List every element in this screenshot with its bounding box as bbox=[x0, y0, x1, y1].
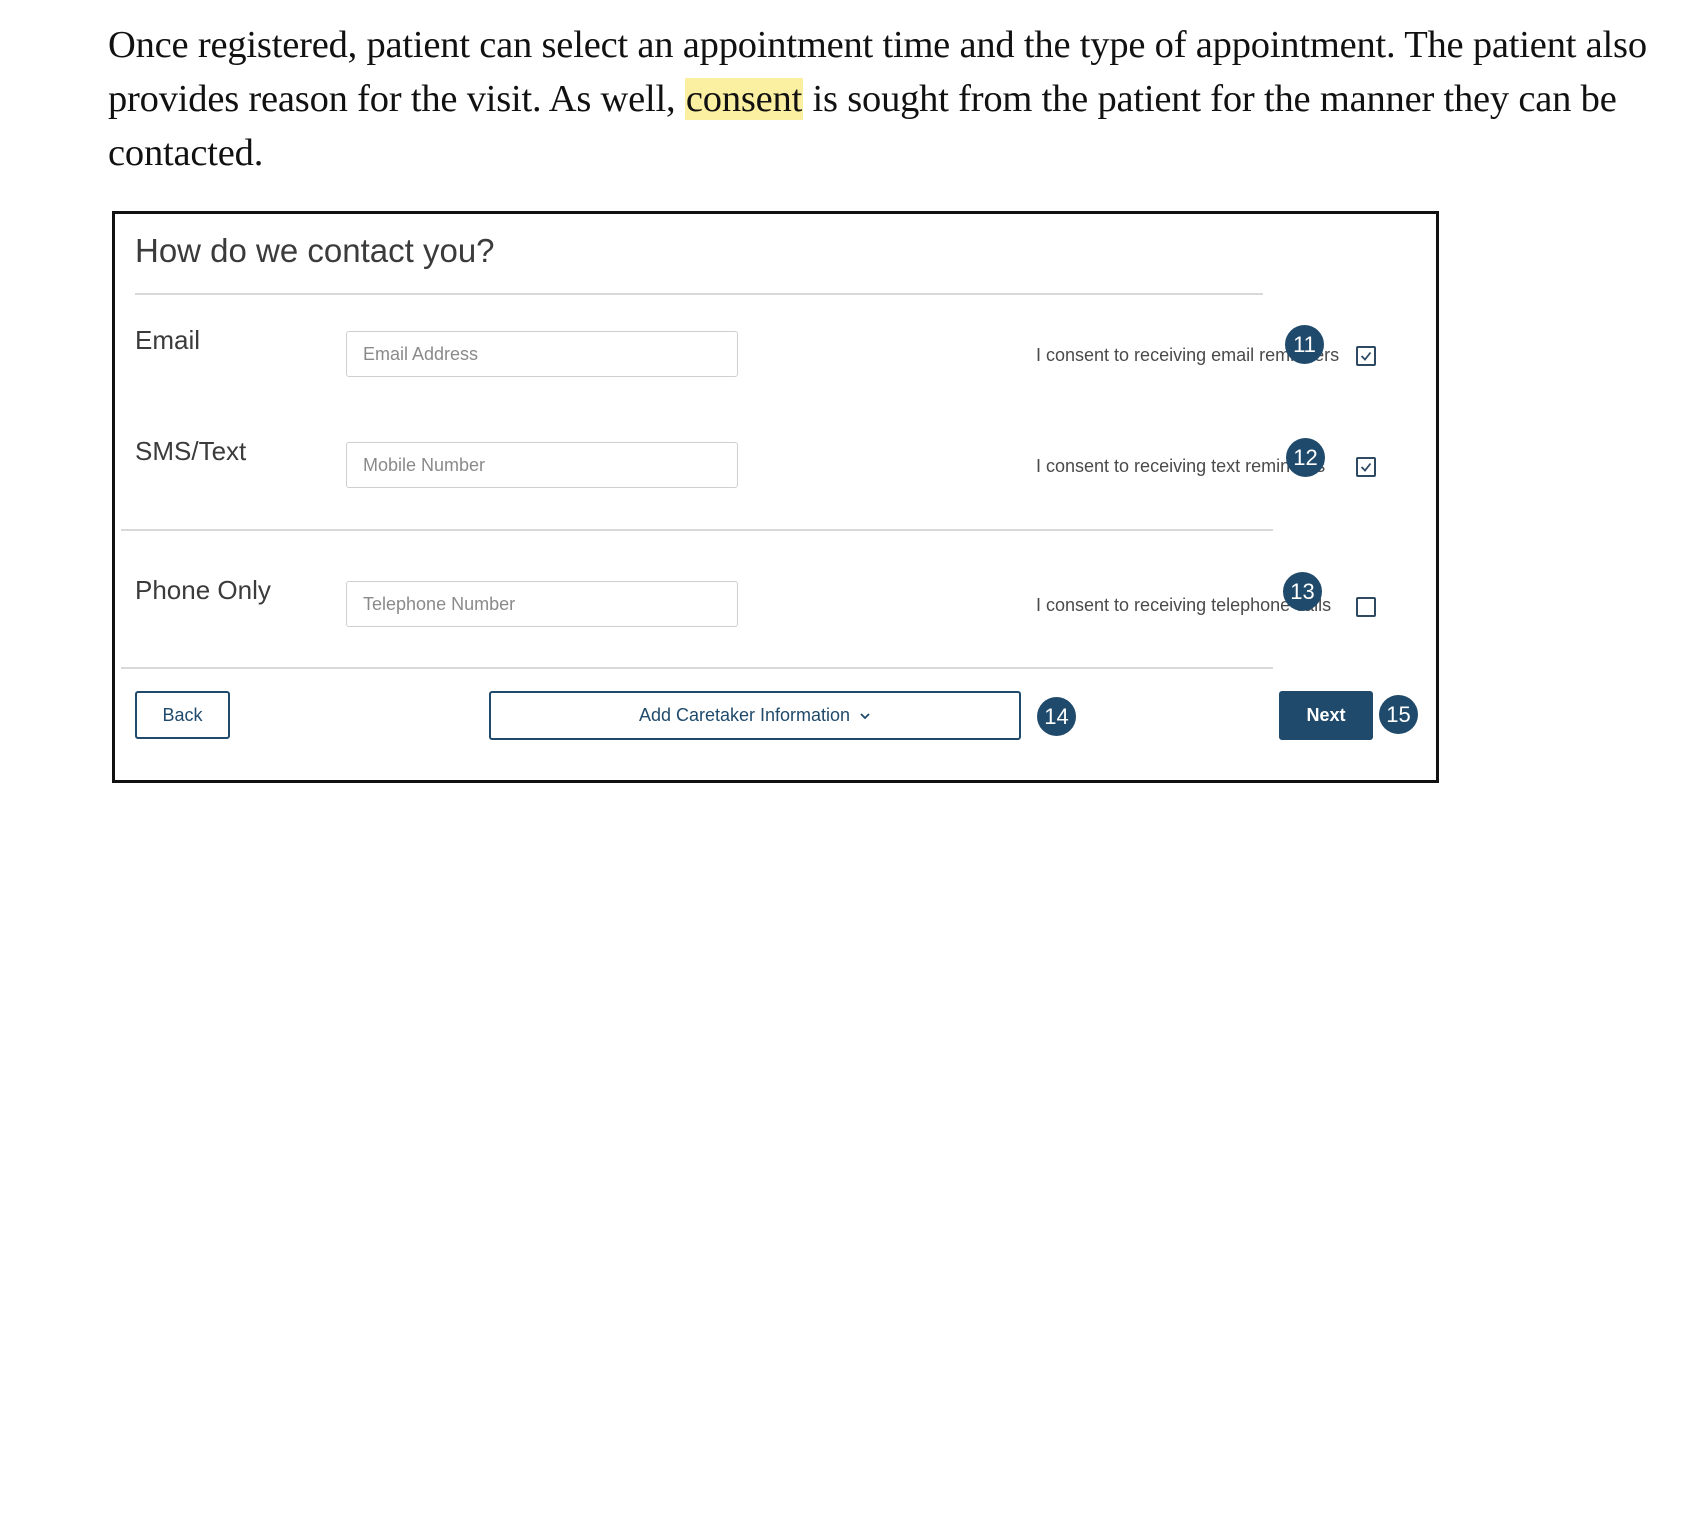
form-title: How do we contact you? bbox=[135, 232, 495, 269]
add-caretaker-label: Add Caretaker Information bbox=[638, 705, 851, 725]
highlighted-word: consent bbox=[684, 78, 804, 120]
footer-divider bbox=[121, 667, 1273, 669]
text-consent-checkbox[interactable] bbox=[1356, 457, 1376, 477]
email-consent-checkbox[interactable] bbox=[1356, 346, 1376, 366]
next-button[interactable]: Next bbox=[1279, 691, 1373, 740]
callout-badge-14: 14 bbox=[1037, 697, 1076, 736]
telephone-consent-checkbox[interactable] bbox=[1356, 597, 1376, 617]
title-divider bbox=[135, 293, 1263, 295]
mobile-number-field[interactable] bbox=[346, 442, 738, 488]
callout-badge-13: 13 bbox=[1283, 572, 1322, 611]
email-field[interactable] bbox=[346, 331, 738, 377]
callout-badge-11: 11 bbox=[1285, 325, 1324, 364]
callout-badge-12: 12 bbox=[1286, 438, 1325, 477]
add-caretaker-button[interactable]: Add Caretaker Information bbox=[489, 691, 1021, 740]
contact-form-screenshot: How do we contact you? Email I consent t… bbox=[112, 211, 1439, 783]
back-button[interactable]: Back bbox=[135, 691, 230, 739]
email-label: Email bbox=[135, 325, 201, 355]
chevron-down-icon bbox=[860, 712, 870, 719]
section-divider bbox=[121, 529, 1273, 531]
checkmark-icon bbox=[1360, 462, 1372, 472]
sms-label: SMS/Text bbox=[135, 436, 247, 466]
text-consent-label: I consent to receiving text reminders bbox=[1036, 456, 1326, 476]
callout-badge-15: 15 bbox=[1379, 695, 1418, 734]
intro-paragraph: Once registered, patient can select an a… bbox=[108, 18, 1688, 180]
checkmark-icon bbox=[1360, 351, 1372, 361]
phone-label: Phone Only bbox=[135, 575, 271, 605]
telephone-number-field[interactable] bbox=[346, 581, 738, 627]
